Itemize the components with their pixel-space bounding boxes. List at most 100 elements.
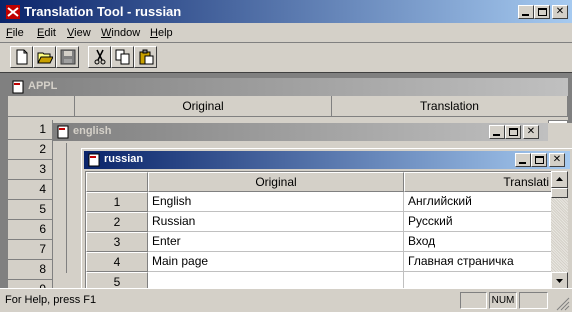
new-document-icon [16, 49, 28, 65]
grid-corner-cell [86, 172, 148, 192]
close-icon: ✕ [552, 154, 562, 165]
menu-help-label: elp [157, 27, 173, 39]
appl-row-number[interactable]: 7 [8, 240, 53, 260]
menu-window-label: indow [111, 27, 141, 39]
document-icon [12, 80, 24, 94]
translation-cell[interactable]: Главная страничка [404, 252, 552, 272]
row-number[interactable]: 5 [86, 272, 148, 289]
original-cell[interactable]: Russian [148, 212, 404, 232]
window-title: Translation Tool - russian [24, 4, 182, 19]
scroll-down-button[interactable] [551, 272, 568, 289]
translation-cell[interactable]: Русский [404, 212, 552, 232]
close-button[interactable]: ✕ [523, 125, 539, 139]
appl-title-bar[interactable]: APPL [8, 78, 568, 96]
column-header-translation[interactable]: Translati [404, 172, 552, 192]
original-cell[interactable]: Main page [148, 252, 404, 272]
column-header-original[interactable]: Original [148, 172, 404, 192]
minimize-icon [522, 14, 529, 16]
minimize-button[interactable] [489, 125, 505, 139]
original-cell[interactable]: Enter [148, 232, 404, 252]
save-button[interactable] [56, 46, 79, 68]
maximize-button[interactable] [531, 153, 547, 167]
appl-row-number[interactable]: 5 [8, 200, 53, 220]
menu-file[interactable]: File [6, 25, 24, 41]
maximize-button[interactable] [534, 5, 550, 19]
appl-row-number[interactable]: 1 [8, 120, 53, 140]
maximize-icon [538, 8, 547, 16]
menu-help-accel: H [150, 27, 158, 39]
russian-title-bar[interactable]: russian ✕ [84, 151, 570, 169]
close-icon: ✕ [555, 6, 565, 17]
menu-view-label: iew [74, 27, 91, 39]
appl-column-translation[interactable]: Translation [332, 96, 568, 117]
translation-cell[interactable] [404, 272, 552, 289]
close-button[interactable]: ✕ [552, 5, 568, 19]
app-icon [6, 5, 20, 19]
row-number[interactable]: 3 [86, 232, 148, 252]
status-pane-num: NUM [489, 292, 517, 309]
menu-file-accel: F [6, 27, 13, 39]
status-bar: For Help, press F1 NUM [0, 288, 572, 312]
arrow-up-icon [556, 177, 563, 181]
row-number[interactable]: 1 [86, 192, 148, 212]
translation-cell[interactable]: Английский [404, 192, 552, 212]
close-icon: ✕ [526, 126, 536, 137]
russian-title: russian [104, 153, 144, 165]
scroll-up-button[interactable] [551, 171, 568, 188]
appl-row-number[interactable]: 3 [8, 160, 53, 180]
open-folder-icon [37, 52, 53, 64]
minimize-icon [493, 134, 500, 136]
document-icon [57, 125, 69, 139]
original-cell[interactable]: English [148, 192, 404, 212]
appl-row-number[interactable]: 2 [8, 140, 53, 160]
menu-view[interactable]: View [67, 25, 91, 41]
menu-file-label: ile [12, 27, 24, 39]
cut-scissors-icon [94, 49, 106, 65]
status-pane-caps [460, 292, 487, 309]
appl-column-original[interactable]: Original [75, 96, 332, 117]
status-pane-scroll [519, 292, 548, 309]
english-grid-edge [55, 143, 67, 273]
translation-grid[interactable]: Original Translati 1 English Английский … [85, 171, 552, 289]
appl-row-number[interactable]: 8 [8, 260, 53, 280]
maximize-icon [509, 128, 518, 136]
minimize-button[interactable] [518, 5, 534, 19]
row-number[interactable]: 4 [86, 252, 148, 272]
cut-button[interactable] [88, 46, 111, 68]
title-bar[interactable]: Translation Tool - russian ✕ [0, 0, 572, 24]
open-button[interactable] [33, 46, 56, 68]
appl-corner-cell [8, 96, 75, 117]
menu-window[interactable]: Window [101, 25, 140, 41]
copy-button[interactable] [111, 46, 134, 68]
russian-window[interactable]: russian ✕ Original Translati 1 English А… [81, 148, 572, 294]
appl-row-number[interactable]: 4 [8, 180, 53, 200]
english-title: english [73, 125, 112, 137]
copy-icon [115, 49, 130, 65]
mdi-client-area: APPL Original Translation 1 2 3 4 5 6 7 … [0, 72, 572, 294]
appl-title: APPL [28, 80, 58, 92]
arrow-down-icon [556, 279, 563, 283]
appl-row-number[interactable]: 6 [8, 220, 53, 240]
close-button[interactable]: ✕ [549, 153, 565, 167]
resize-grip-icon[interactable] [556, 297, 570, 311]
toolbar [0, 42, 572, 72]
menu-help[interactable]: Help [150, 25, 173, 41]
paste-button[interactable] [134, 46, 157, 68]
row-number[interactable]: 2 [86, 212, 148, 232]
status-text: For Help, press F1 [5, 294, 97, 306]
menu-bar: File Edit View Window Help [0, 24, 572, 42]
maximize-button[interactable] [505, 125, 521, 139]
appl-window[interactable]: APPL Original Translation 1 2 3 4 5 6 7 … [8, 78, 572, 294]
maximize-icon [535, 156, 544, 164]
new-button[interactable] [10, 46, 33, 68]
translation-cell[interactable]: Вход [404, 232, 552, 252]
menu-edit-label: dit [44, 27, 56, 39]
menu-edit[interactable]: Edit [37, 25, 56, 41]
scroll-thumb[interactable] [551, 188, 568, 198]
minimize-button[interactable] [515, 153, 531, 167]
vertical-scrollbar[interactable] [551, 171, 568, 289]
english-title-bar[interactable]: english ✕ [53, 123, 548, 141]
original-cell[interactable] [148, 272, 404, 289]
minimize-icon [519, 162, 526, 164]
document-icon [88, 153, 100, 167]
